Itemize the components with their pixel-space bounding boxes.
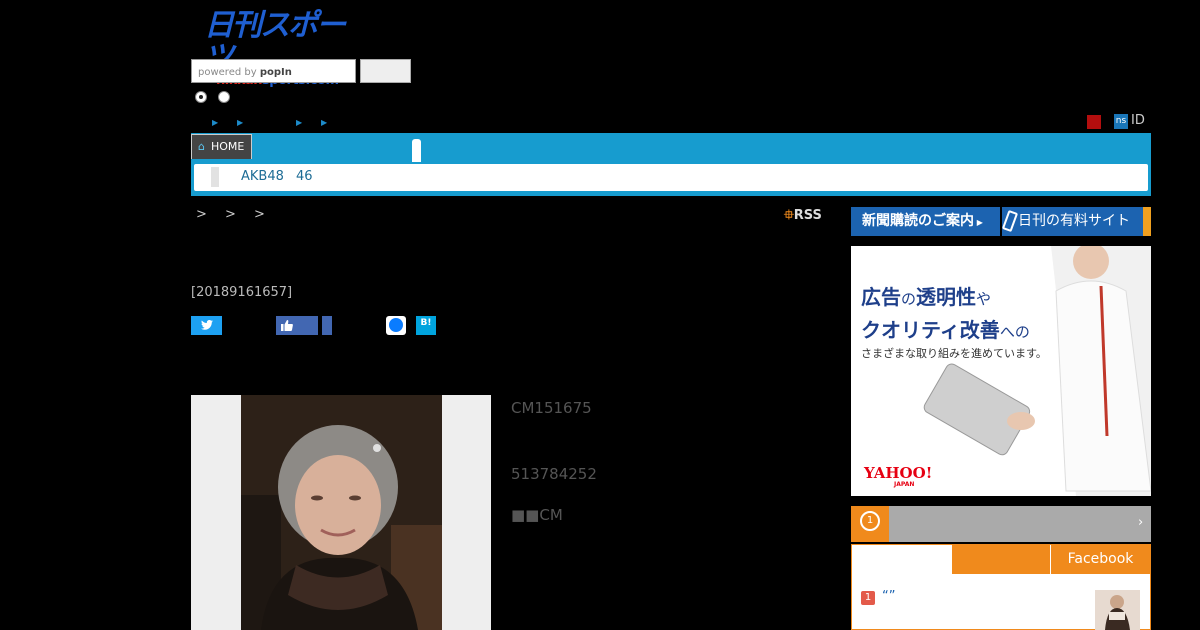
- facebook-like-button[interactable]: [276, 316, 318, 335]
- yahoo-japan-logo: YAHOO! JAPAN: [864, 464, 933, 488]
- facebook-share-button[interactable]: [322, 316, 332, 335]
- ranking-header[interactable]: [851, 506, 1151, 542]
- hatena-bookmark-button[interactable]: B!: [416, 316, 436, 335]
- util-link-arrow-icon[interactable]: ▶: [237, 118, 243, 127]
- util-link-arrow-icon[interactable]: ▶: [321, 118, 327, 127]
- article-text-line: ■■CM: [511, 506, 563, 524]
- home-icon: ⌂: [198, 140, 205, 153]
- red-square-icon[interactable]: [1087, 115, 1101, 129]
- article-text-line: 513784252: [511, 465, 597, 483]
- breadcrumb[interactable]: > > >: [196, 207, 272, 222]
- ad-headline-2: クオリティ改善への: [861, 318, 1030, 342]
- ad-subtext: さまざまな取り組みを進めています。: [861, 347, 1047, 360]
- chevron-right-icon[interactable]: ›: [1138, 515, 1143, 530]
- ranking-item-thumbnail[interactable]: [1095, 590, 1140, 630]
- ad-headline-1: 広告の透明性や: [861, 285, 992, 309]
- id-login-link[interactable]: ID: [1131, 113, 1145, 128]
- portrait-image: [241, 395, 442, 630]
- paid-sites-button[interactable]: 日刊の有料サイト: [1002, 207, 1151, 236]
- search-scope-radio-site[interactable]: [195, 91, 207, 103]
- sub-nav-item-46[interactable]: 46: [296, 169, 313, 184]
- search-powered-by: powered by popIn: [198, 67, 292, 78]
- messenger-share-button[interactable]: [386, 316, 406, 335]
- util-link-arrow-icon[interactable]: ▶: [296, 118, 302, 127]
- messenger-icon: [389, 318, 403, 332]
- sub-nav: [194, 164, 1148, 191]
- thumbnail-image: [1095, 590, 1140, 630]
- search-scope-radio-web[interactable]: [218, 91, 230, 103]
- ad-banner[interactable]: 広告の透明性や クオリティ改善への さまざまな取り組みを進めています。 YAHO…: [851, 246, 1151, 496]
- article-date: [20189161657]: [191, 285, 293, 300]
- ranking-tab-facebook[interactable]: Facebook: [1051, 545, 1150, 574]
- rss-icon: ⯐: [784, 208, 794, 223]
- twitter-icon: [200, 319, 213, 330]
- ranking-item-title[interactable]: “”: [882, 589, 895, 604]
- ns-badge-icon[interactable]: ns: [1114, 114, 1128, 129]
- nav-tab-home[interactable]: ⌂ HOME: [191, 134, 252, 159]
- article-photo[interactable]: [241, 395, 442, 630]
- twitter-share-button[interactable]: [191, 316, 222, 335]
- subscribe-button[interactable]: 新聞購読のご案内 ▶: [851, 207, 1000, 236]
- search-input[interactable]: powered by popIn: [191, 59, 356, 83]
- sub-nav-item-akb48[interactable]: AKB48: [241, 169, 284, 184]
- ranking-item-number: 1: [861, 591, 875, 605]
- ranking-medal-icon: 1: [851, 506, 889, 542]
- chevron-right-icon: ▶: [974, 218, 983, 227]
- ranking-tab[interactable]: [952, 545, 1050, 574]
- sub-nav-marker: [211, 167, 219, 187]
- rss-link[interactable]: ⯐RSS: [784, 206, 822, 228]
- sub-nav-items: AKB48 46: [241, 169, 313, 184]
- util-link-arrow-icon[interactable]: ▶: [212, 118, 218, 127]
- thumbs-up-icon: [281, 320, 293, 331]
- article-text-line: CM151675: [511, 399, 592, 417]
- search-button[interactable]: [360, 59, 411, 83]
- nav-tab-active-indicator: [412, 139, 421, 162]
- paid-sites-arrow[interactable]: [1143, 207, 1151, 236]
- site-logo[interactable]: 日刊スポーツ nikkansports.com: [204, 10, 356, 88]
